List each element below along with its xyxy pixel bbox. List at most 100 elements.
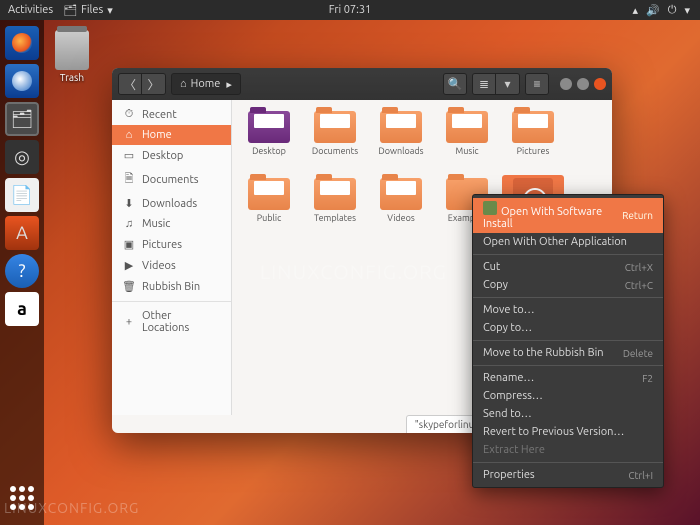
menu-shortcut: Ctrl+C [625,280,653,291]
sidebar-item-recent[interactable]: ⏱Recent [112,104,231,125]
sidebar-item-downloads[interactable]: ⬇ Downloads [112,193,231,214]
menu-item[interactable]: Open With Other Application [473,233,663,251]
window-minimize[interactable] [560,78,572,90]
sidebar-item-label: Videos [142,260,176,272]
path-bar[interactable]: ⌂ Home ▸ [171,73,241,95]
headerbar: 〈 〉 ⌂ Home ▸ 🔍 ≣ ▾ ≡ [112,68,612,100]
file-item[interactable]: Templates [304,175,366,246]
window-maximize[interactable] [577,78,589,90]
dock-help[interactable]: ? [5,254,39,288]
menu-item[interactable]: Compress… [473,387,663,405]
folder-icon [380,111,422,143]
menu-item-label: Properties [483,469,535,481]
sidebar-icon: ▭ [122,149,136,162]
file-item[interactable]: Documents [304,108,366,171]
sidebar-item-music[interactable]: ♫Music [112,214,231,234]
menu-item-label: Move to… [483,304,535,316]
back-button[interactable]: 〈 [118,73,142,95]
view-list-button[interactable]: ≣ [472,73,496,95]
file-item[interactable]: Desktop [238,108,300,171]
sidebar-item-home[interactable]: ⌂Home [112,125,231,145]
menu-item[interactable]: Copy Ctrl+C [473,276,663,294]
sidebar-item-documents[interactable]: 🗎 Documents [112,166,231,193]
menu-item[interactable]: Properties Ctrl+I [473,466,663,484]
clock[interactable]: Fri 07:31 [329,4,371,16]
forward-button[interactable]: 〉 [142,73,166,95]
sidebar-item-videos[interactable]: ▶ Videos [112,255,231,276]
folder-icon [314,178,356,210]
sidebar-icon: ⬇ [122,197,136,210]
menu-item-label: Cut [483,261,500,273]
menu-item-label: Extract Here [483,444,545,456]
sidebar-icon: 🗎 [122,170,136,189]
search-button[interactable]: 🔍 [443,73,467,95]
dock-thunderbird[interactable] [5,64,39,98]
file-item[interactable]: Videos [370,175,432,246]
network-icon: ▴ [633,4,639,17]
menu-shortcut: Ctrl+X [625,262,653,273]
folder-icon [248,111,290,143]
view-options-button[interactable]: ▾ [496,73,520,95]
menu-item[interactable]: Send to… [473,405,663,423]
sidebar-item-rubbish-bin[interactable]: 🗑Rubbish Bin [112,276,231,297]
sidebar-item-label: Downloads [142,198,197,210]
volume-icon: 🔊 [646,4,660,17]
dock-files[interactable]: 🗂 [5,102,39,136]
menu-shortcut: Delete [623,348,653,359]
file-item[interactable]: Music [436,108,498,171]
dock-rhythmbox[interactable]: ◎ [5,140,39,174]
system-tray[interactable]: ▴ 🔊 ⏻ ▾ [633,4,700,17]
menu-item[interactable]: Rename… F2 [473,369,663,387]
chevron-down-icon: ▾ [107,4,113,17]
menu-item-label: Send to… [483,408,532,420]
menu-shortcut: F2 [642,373,653,384]
dock-amazon[interactable]: a [5,292,39,326]
folder-icon [446,111,488,143]
hamburger-menu[interactable]: ≡ [525,73,549,95]
desktop-trash[interactable]: Trash [55,30,89,83]
menu-item[interactable]: Cut Ctrl+X [473,258,663,276]
file-label: Public [239,213,299,235]
sidebar-item-pictures[interactable]: ▣Pictures [112,234,231,255]
power-icon: ⏻ [668,4,677,17]
sidebar-item-label: Documents [142,174,199,186]
window-close[interactable] [594,78,606,90]
sidebar-icon: ▶ [122,259,136,272]
sidebar-item-label: Rubbish Bin [142,281,200,293]
file-item[interactable]: Pictures [502,108,564,171]
menu-item-label: Move to the Rubbish Bin [483,347,604,359]
file-item[interactable]: Downloads [370,108,432,171]
activities-button[interactable]: Activities [8,4,53,16]
dock-writer[interactable]: 📄 [5,178,39,212]
folder-icon [512,111,554,143]
menu-item[interactable]: Move to the Rubbish Bin Delete [473,344,663,362]
path-label: Home [191,78,221,90]
menu-item-label: Copy to… [483,322,532,334]
sidebar-other-locations[interactable]: +Other Locations [112,306,231,338]
trash-icon [55,30,89,70]
sidebar-item-desktop[interactable]: ▭ Desktop [112,145,231,166]
file-label: Music [437,146,497,168]
folder-icon [248,178,290,210]
show-applications[interactable] [5,481,39,515]
file-item[interactable]: Public [238,175,300,246]
context-menu: Open With Software InstallReturn Open Wit… [472,194,664,488]
sidebar-item-label: Desktop [142,150,183,162]
sidebar: ⏱Recent⌂Home ▭ Desktop 🗎 Documents ⬇ Downloads… [112,100,232,415]
dock-firefox[interactable] [5,26,39,60]
file-label: Pictures [503,146,563,168]
menu-item[interactable]: Open With Software InstallReturn [473,198,663,233]
menu-item[interactable]: Copy to… [473,319,663,337]
menu-item[interactable]: Move to… [473,301,663,319]
file-label: Downloads [371,146,431,168]
sidebar-item-label: Home [142,129,172,141]
menu-item[interactable]: Revert to Previous Version… [473,423,663,441]
dock-software[interactable]: A [5,216,39,250]
menu-item-label: Copy [483,279,508,291]
menu-item-label: Rename… [483,372,534,384]
menu-item-label: Open With Other Application [483,236,627,248]
menu-shortcut: Ctrl+I [628,470,653,481]
chevron-down-icon: ▾ [684,4,690,17]
app-menu[interactable]: 🗂 Files ▾ [63,4,113,17]
sidebar-icon: ⏱ [122,108,136,121]
